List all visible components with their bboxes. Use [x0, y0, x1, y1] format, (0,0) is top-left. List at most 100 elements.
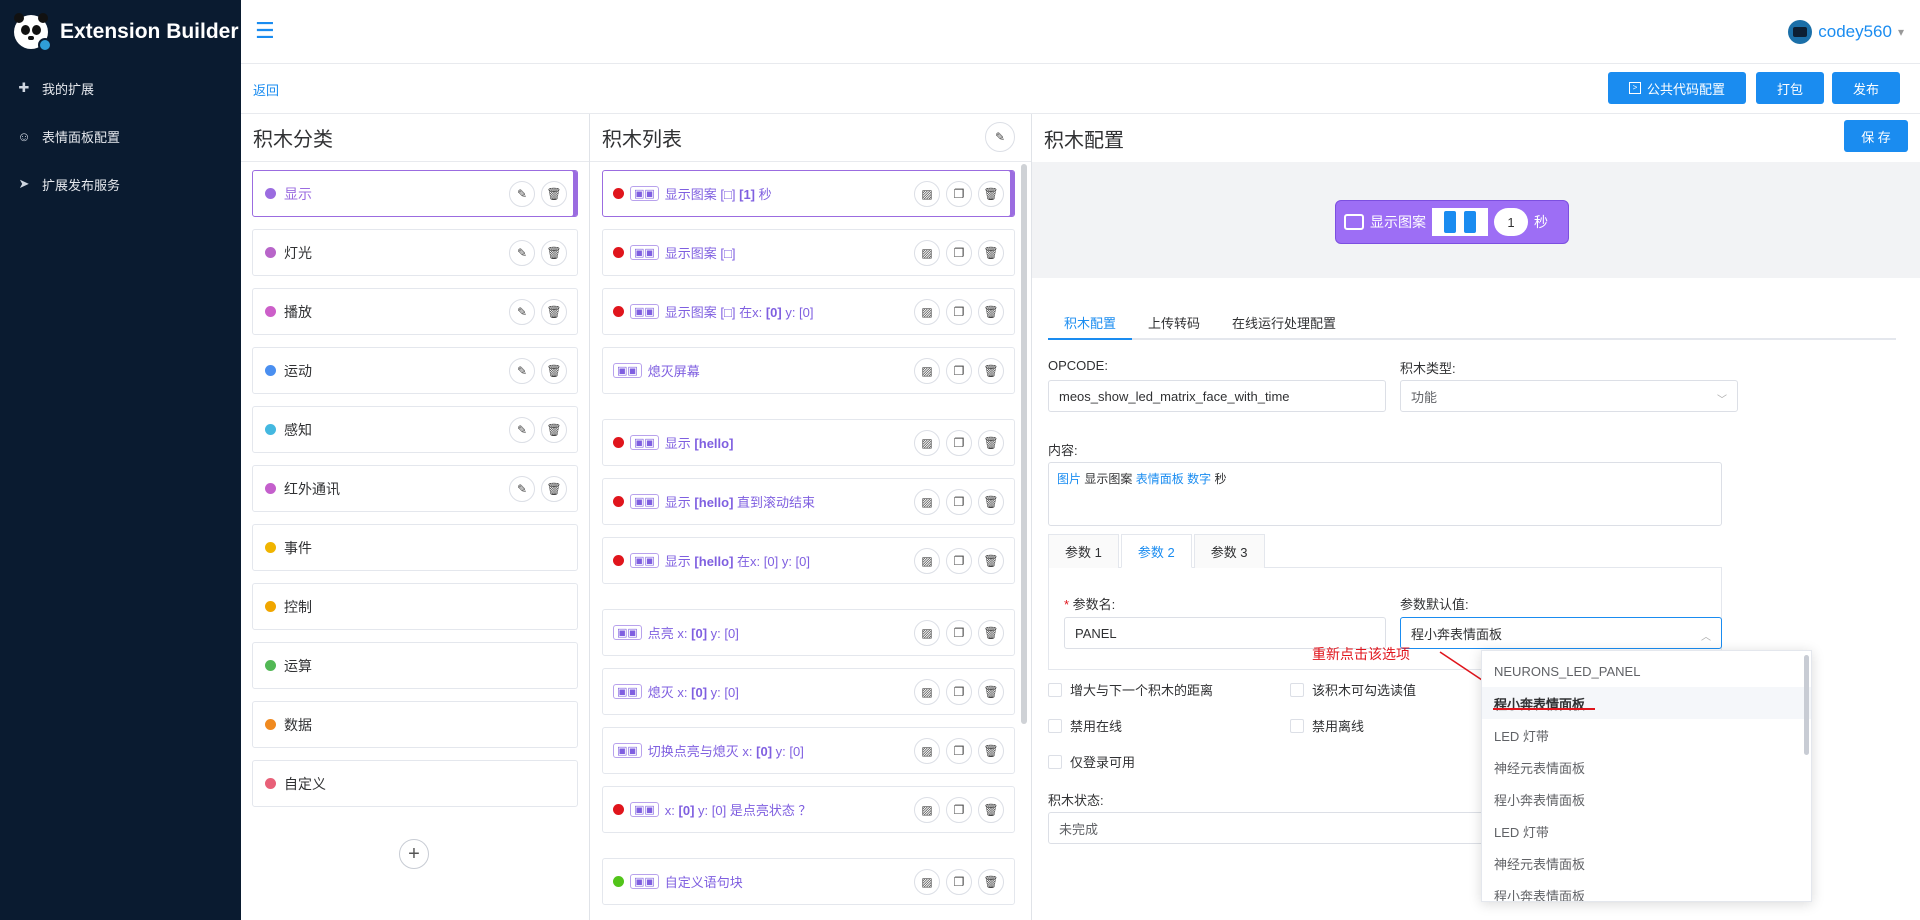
image-icon[interactable]: ▨: [914, 180, 940, 207]
public-code-config-button[interactable]: > 公共代码配置: [1608, 72, 1746, 104]
image-icon[interactable]: ▨: [914, 737, 940, 764]
save-button[interactable]: 保 存: [1844, 120, 1908, 152]
image-icon[interactable]: ▨: [914, 619, 940, 646]
edit-icon[interactable]: ✎: [509, 298, 535, 325]
category-item[interactable]: 运动 ✎ 🗑: [252, 347, 578, 394]
block-item[interactable]: ▣▣ 点亮 x: [0] y: [0] ▨ ❐ 🗑: [602, 609, 1015, 656]
block-type-select[interactable]: 功能 ﹀: [1400, 380, 1738, 412]
category-item[interactable]: 灯光 ✎ 🗑: [252, 229, 578, 276]
trash-icon[interactable]: 🗑: [978, 868, 1004, 895]
category-item[interactable]: 播放 ✎ 🗑: [252, 288, 578, 335]
category-item[interactable]: 事件: [252, 524, 578, 571]
tab-param-3[interactable]: 参数 3: [1193, 534, 1265, 568]
trash-icon[interactable]: 🗑: [978, 488, 1004, 515]
edit-icon[interactable]: ✎: [509, 416, 535, 443]
block-item[interactable]: ▣▣ 熄灭 x: [0] y: [0] ▨ ❐ 🗑: [602, 668, 1015, 715]
image-icon[interactable]: ▨: [914, 298, 940, 325]
sidebar-item-face-panel[interactable]: ☺ 表情面板配置: [0, 112, 241, 160]
opcode-input[interactable]: meos_show_led_matrix_face_with_time: [1048, 380, 1386, 412]
content-editor[interactable]: 图片 显示图案 表情面板 数字 秒: [1048, 462, 1722, 526]
copy-icon[interactable]: ❐: [946, 678, 972, 705]
sidebar-item-my-extensions[interactable]: ✚ 我的扩展: [0, 64, 241, 112]
copy-icon[interactable]: ❐: [946, 298, 972, 325]
category-item[interactable]: 显示 ✎ 🗑: [252, 170, 578, 217]
image-icon[interactable]: ▨: [914, 429, 940, 456]
trash-icon[interactable]: 🗑: [978, 357, 1004, 384]
image-icon[interactable]: ▨: [914, 357, 940, 384]
copy-icon[interactable]: ❐: [946, 796, 972, 823]
checkbox-disable-online[interactable]: 禁用在线: [1048, 716, 1122, 735]
trash-icon[interactable]: 🗑: [541, 416, 567, 443]
copy-icon[interactable]: ❐: [946, 737, 972, 764]
tab-param-2[interactable]: 参数 2: [1120, 534, 1192, 568]
category-item[interactable]: 感知 ✎ 🗑: [252, 406, 578, 453]
trash-icon[interactable]: 🗑: [978, 547, 1004, 574]
image-icon[interactable]: ▨: [914, 547, 940, 574]
copy-icon[interactable]: ❐: [946, 619, 972, 646]
publish-button[interactable]: 发布: [1832, 72, 1900, 104]
copy-icon[interactable]: ❐: [946, 429, 972, 456]
checkbox-readable[interactable]: 该积木可勾选读值: [1290, 680, 1416, 699]
dropdown-option[interactable]: LED 灯带: [1482, 719, 1811, 751]
sidebar-item-publish-service[interactable]: ➤ 扩展发布服务: [0, 160, 241, 208]
dropdown-scrollbar[interactable]: [1804, 655, 1809, 755]
add-category-button[interactable]: +: [399, 839, 429, 869]
block-item[interactable]: ▣▣ 显示 [hello] 直到滚动结束 ▨ ❐ 🗑: [602, 478, 1015, 525]
trash-icon[interactable]: 🗑: [978, 180, 1004, 207]
tab-upload-transcode[interactable]: 上传转码: [1132, 304, 1216, 340]
param-default-select[interactable]: 程小奔表情面板 ︿: [1400, 617, 1722, 649]
copy-icon[interactable]: ❐: [946, 868, 972, 895]
trash-icon[interactable]: 🗑: [978, 239, 1004, 266]
checkbox-login-only[interactable]: 仅登录可用: [1048, 752, 1135, 771]
edit-icon[interactable]: ✎: [509, 475, 535, 502]
edit-icon[interactable]: ✎: [985, 122, 1015, 152]
image-icon[interactable]: ▨: [914, 678, 940, 705]
copy-icon[interactable]: ❐: [946, 357, 972, 384]
copy-icon[interactable]: ❐: [946, 547, 972, 574]
edit-icon[interactable]: ✎: [509, 180, 535, 207]
trash-icon[interactable]: 🗑: [978, 796, 1004, 823]
dropdown-option[interactable]: 神经元表情面板: [1482, 847, 1811, 879]
copy-icon[interactable]: ❐: [946, 488, 972, 515]
tab-param-1[interactable]: 参数 1: [1048, 534, 1119, 568]
trash-icon[interactable]: 🗑: [978, 298, 1004, 325]
image-icon[interactable]: ▨: [914, 239, 940, 266]
trash-icon[interactable]: 🗑: [978, 737, 1004, 764]
dropdown-option[interactable]: 程小奔表情面板: [1482, 687, 1811, 719]
dropdown-option[interactable]: LED 灯带: [1482, 815, 1811, 847]
trash-icon[interactable]: 🗑: [978, 678, 1004, 705]
dropdown-option[interactable]: 程小奔表情面板: [1482, 879, 1811, 902]
trash-icon[interactable]: 🗑: [541, 239, 567, 266]
copy-icon[interactable]: ❐: [946, 239, 972, 266]
trash-icon[interactable]: 🗑: [978, 619, 1004, 646]
dropdown-option[interactable]: 程小奔表情面板: [1482, 783, 1811, 815]
dropdown-option[interactable]: NEURONS_LED_PANEL: [1482, 655, 1811, 687]
block-item[interactable]: ▣▣ x: [0] y: [0] 是点亮状态 ？ ▨ ❐ 🗑: [602, 786, 1015, 833]
category-item[interactable]: 运算: [252, 642, 578, 689]
copy-icon[interactable]: ❐: [946, 180, 972, 207]
block-item[interactable]: ▣▣ 切换点亮与熄灭 x: [0] y: [0] ▨ ❐ 🗑: [602, 727, 1015, 774]
pack-button[interactable]: 打包: [1756, 72, 1824, 104]
trash-icon[interactable]: 🗑: [541, 475, 567, 502]
back-link[interactable]: 返回: [253, 80, 279, 99]
block-item[interactable]: ▣▣ 显示图案 [□] ▨ ❐ 🗑: [602, 229, 1015, 276]
tab-block-config[interactable]: 积木配置: [1048, 304, 1132, 340]
block-list-scrollbar[interactable]: [1021, 164, 1027, 724]
block-item[interactable]: ▣▣ 显示图案 [□] [1] 秒 ▨ ❐ 🗑: [602, 170, 1015, 217]
trash-icon[interactable]: 🗑: [541, 357, 567, 384]
category-item[interactable]: 数据: [252, 701, 578, 748]
dropdown-option[interactable]: 神经元表情面板: [1482, 751, 1811, 783]
menu-collapse-icon[interactable]: ☰: [255, 20, 279, 44]
checkbox-disable-offline[interactable]: 禁用离线: [1290, 716, 1364, 735]
tab-online-config[interactable]: 在线运行处理配置: [1216, 304, 1352, 340]
trash-icon[interactable]: 🗑: [978, 429, 1004, 456]
trash-icon[interactable]: 🗑: [541, 180, 567, 207]
category-item[interactable]: 控制: [252, 583, 578, 630]
edit-icon[interactable]: ✎: [509, 239, 535, 266]
category-item[interactable]: 自定义: [252, 760, 578, 807]
image-icon[interactable]: ▨: [914, 488, 940, 515]
category-item[interactable]: 红外通讯 ✎ 🗑: [252, 465, 578, 512]
block-item[interactable]: ▣▣ 显示 [hello] 在x: [0] y: [0] ▨ ❐ 🗑: [602, 537, 1015, 584]
app-logo[interactable]: Extension Builder: [0, 0, 241, 64]
image-icon[interactable]: ▨: [914, 796, 940, 823]
